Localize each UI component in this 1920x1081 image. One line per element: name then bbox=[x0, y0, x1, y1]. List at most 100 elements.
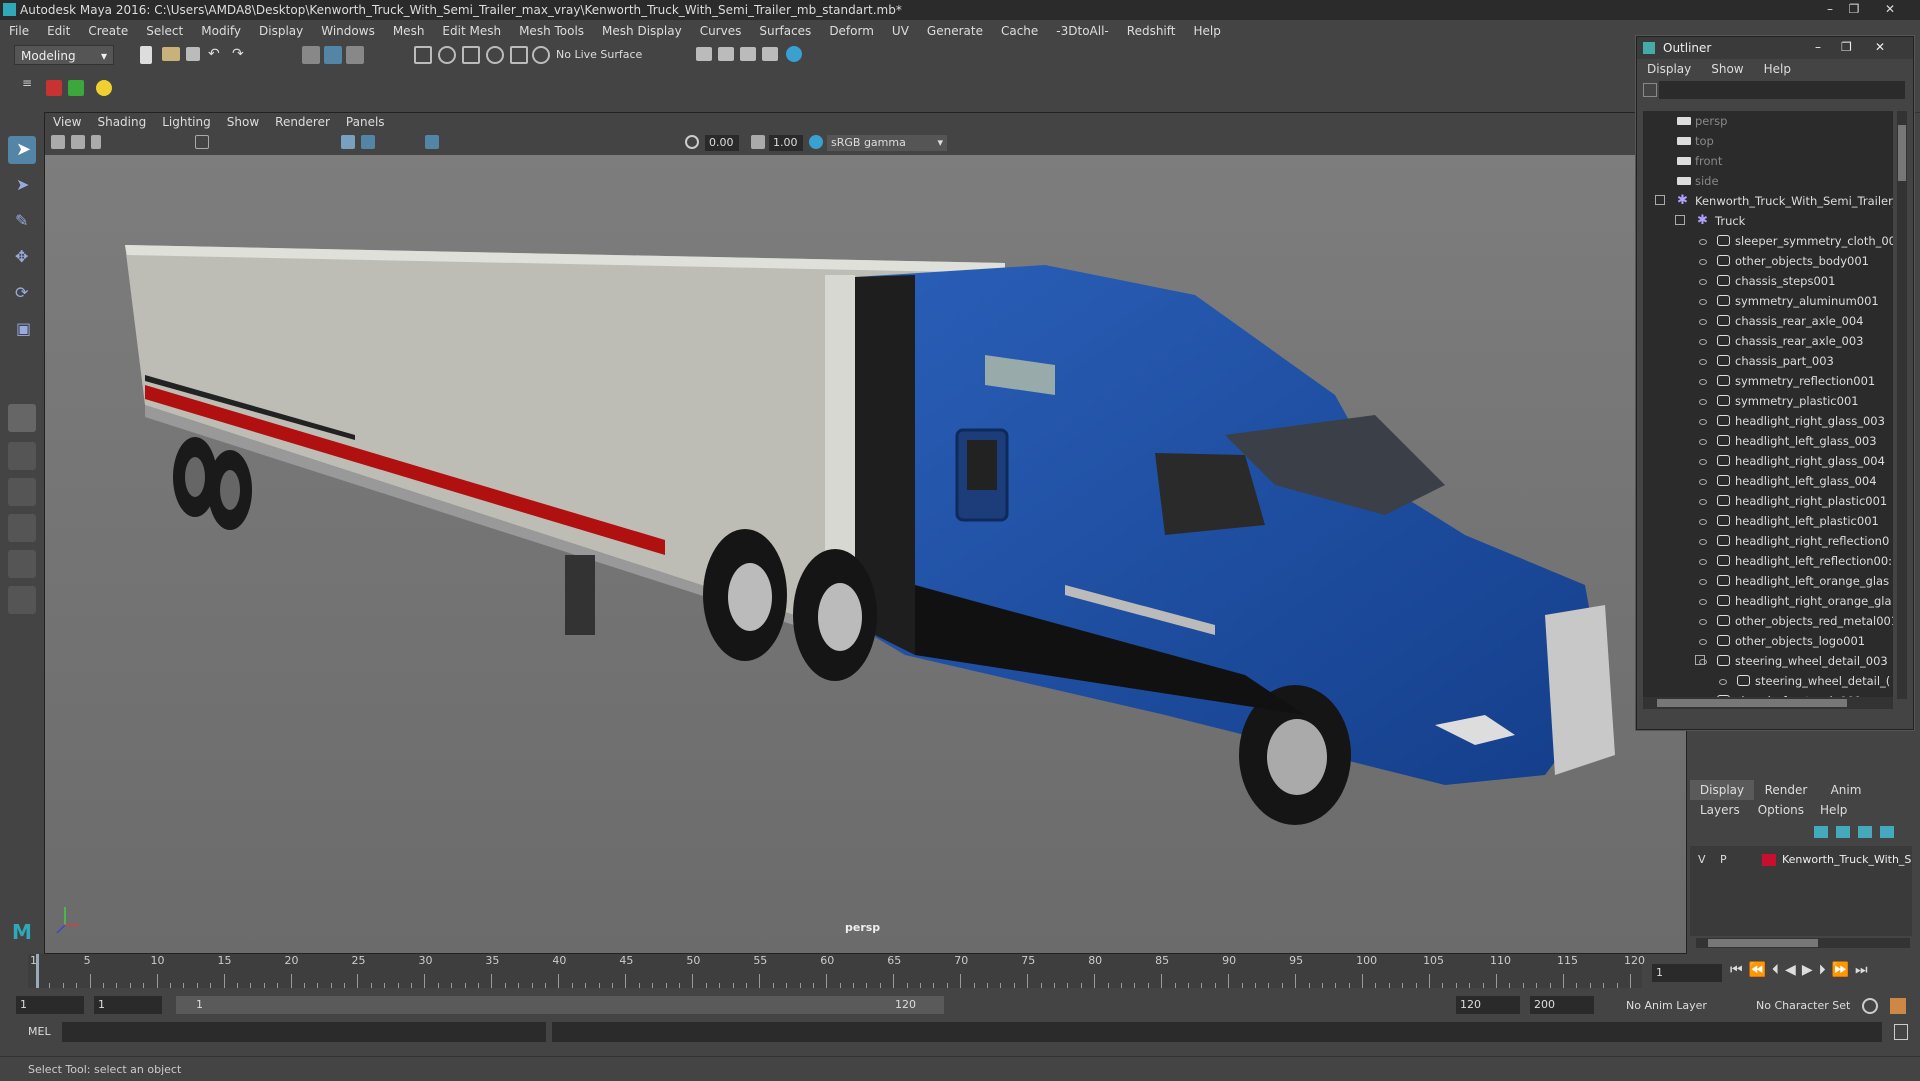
anim-end-field[interactable]: 200 bbox=[1530, 996, 1594, 1014]
viewport-panel[interactable]: View Shading Lighting Show Renderer Pane… bbox=[44, 112, 1687, 954]
outliner-minimize-button[interactable]: – bbox=[1815, 40, 1821, 54]
layer-menu-options[interactable]: Options bbox=[1750, 800, 1812, 820]
scroll-thumb[interactable] bbox=[1657, 699, 1847, 707]
visibility-icon[interactable] bbox=[1699, 539, 1707, 545]
outliner-vertical-scrollbar[interactable] bbox=[1897, 111, 1907, 699]
layer-horizontal-scrollbar[interactable] bbox=[1696, 938, 1910, 948]
menu-mesh-display[interactable]: Mesh Display bbox=[593, 24, 691, 38]
tab-render[interactable]: Render bbox=[1756, 780, 1816, 800]
smooth-shade-icon[interactable] bbox=[361, 135, 375, 149]
layer-name[interactable]: Kenworth_Truck_With_S bbox=[1782, 853, 1911, 866]
menu-mesh[interactable]: Mesh bbox=[384, 24, 434, 38]
snap-point-icon[interactable] bbox=[462, 46, 480, 64]
save-scene-icon[interactable] bbox=[186, 47, 200, 61]
maximize-button[interactable]: ❐ bbox=[1842, 0, 1866, 18]
step-back-frame-icon[interactable]: ⏴ bbox=[1772, 962, 1779, 978]
live-surface-label[interactable]: No Live Surface bbox=[556, 48, 642, 61]
collapse-icon[interactable] bbox=[1655, 195, 1665, 205]
outliner-item[interactable]: front bbox=[1643, 151, 1893, 171]
vp-menu-panels[interactable]: Panels bbox=[338, 115, 393, 129]
layer-playback-toggle[interactable]: P bbox=[1720, 853, 1727, 866]
paint-select-icon[interactable]: ✎ bbox=[8, 208, 36, 236]
menu-edit-mesh[interactable]: Edit Mesh bbox=[433, 24, 510, 38]
scale-tool-icon[interactable]: ▣ bbox=[8, 316, 36, 344]
vp-menu-view[interactable]: View bbox=[45, 115, 89, 129]
outliner-item[interactable]: other_objects_red_metal001 bbox=[1643, 611, 1893, 631]
open-scene-icon[interactable] bbox=[162, 47, 180, 61]
outliner-close-button[interactable]: ✕ bbox=[1875, 40, 1885, 54]
visibility-icon[interactable] bbox=[1699, 619, 1707, 625]
menu-redshift[interactable]: Redshift bbox=[1118, 24, 1185, 38]
snap-surface-icon[interactable] bbox=[510, 46, 528, 64]
visibility-icon[interactable] bbox=[1699, 259, 1707, 265]
menu-deform[interactable]: Deform bbox=[820, 24, 883, 38]
outliner-item[interactable]: chassis_part_003 bbox=[1643, 351, 1893, 371]
outliner-item[interactable]: other_objects_logo001 bbox=[1643, 631, 1893, 651]
layout-single-icon[interactable] bbox=[8, 404, 36, 432]
layout-four-icon[interactable] bbox=[8, 442, 36, 470]
visibility-icon[interactable] bbox=[1699, 439, 1707, 445]
outliner-item[interactable]: headlight_right_glass_004 bbox=[1643, 451, 1893, 471]
outliner-item[interactable]: steering_wheel_detail_( bbox=[1643, 671, 1893, 691]
render-settings-icon[interactable] bbox=[762, 47, 778, 61]
layer-row[interactable]: V P Kenworth_Truck_With_S bbox=[1690, 850, 1912, 870]
lasso-tool-icon[interactable]: ➤ bbox=[8, 172, 36, 200]
select-object-icon[interactable] bbox=[324, 46, 342, 64]
menu-create[interactable]: Create bbox=[79, 24, 137, 38]
layer-menu-help[interactable]: Help bbox=[1812, 800, 1855, 820]
move-layer-up-icon[interactable] bbox=[1814, 826, 1828, 838]
mode-selector[interactable]: Modeling ▾ bbox=[14, 45, 114, 65]
outliner-item[interactable]: headlight_left_reflection00: bbox=[1643, 551, 1893, 571]
visibility-icon[interactable] bbox=[1699, 479, 1707, 485]
step-back-key-icon[interactable]: ⏪ bbox=[1749, 962, 1766, 978]
scroll-thumb[interactable] bbox=[1898, 125, 1906, 181]
go-to-end-icon[interactable]: ⏭ bbox=[1855, 962, 1868, 978]
outliner-menu-help[interactable]: Help bbox=[1754, 62, 1801, 76]
outliner-item[interactable]: symmetry_plastic001 bbox=[1643, 391, 1893, 411]
move-tool-icon[interactable]: ✥ bbox=[8, 244, 36, 272]
render-view-icon[interactable] bbox=[696, 47, 712, 61]
camera-attr-icon[interactable] bbox=[71, 135, 85, 149]
auto-key-icon[interactable] bbox=[1862, 998, 1878, 1014]
visibility-icon[interactable] bbox=[1699, 319, 1707, 325]
outliner-item[interactable]: symmetry_aluminum001 bbox=[1643, 291, 1893, 311]
menu-3dtoall[interactable]: -3DtoAll- bbox=[1047, 24, 1117, 38]
outliner-item[interactable]: side bbox=[1643, 171, 1893, 191]
outliner-item[interactable]: headlight_right_orange_gla bbox=[1643, 591, 1893, 611]
camera-select-icon[interactable] bbox=[51, 135, 65, 149]
shelf-menu-icon[interactable]: ≡ bbox=[22, 76, 32, 90]
layer-visibility-toggle[interactable]: V bbox=[1698, 853, 1706, 866]
range-bar[interactable]: 1 120 bbox=[176, 996, 944, 1014]
outliner-item[interactable]: headlight_left_glass_004 bbox=[1643, 471, 1893, 491]
outliner-item[interactable]: headlight_right_plastic001 bbox=[1643, 491, 1893, 511]
outliner-item[interactable]: headlight_left_glass_003 bbox=[1643, 431, 1893, 451]
outliner-menu-show[interactable]: Show bbox=[1701, 62, 1753, 76]
end-time-field[interactable]: 120 bbox=[1456, 996, 1520, 1014]
layout-outliner-icon[interactable] bbox=[8, 514, 36, 542]
vp-menu-lighting[interactable]: Lighting bbox=[154, 115, 219, 129]
exposure-field[interactable]: 0.00 bbox=[705, 135, 739, 151]
snap-grid-icon[interactable] bbox=[414, 46, 432, 64]
visibility-icon[interactable] bbox=[1699, 339, 1707, 345]
outliner-item[interactable]: headlight_left_orange_glas bbox=[1643, 571, 1893, 591]
hypershade-icon[interactable] bbox=[786, 46, 802, 62]
grid-toggle-icon[interactable] bbox=[195, 135, 209, 149]
select-component-icon[interactable] bbox=[346, 46, 364, 64]
step-forward-key-icon[interactable]: ⏩ bbox=[1832, 962, 1849, 978]
undo-icon[interactable]: ↶ bbox=[208, 46, 220, 62]
menu-uv[interactable]: UV bbox=[883, 24, 918, 38]
current-frame-field[interactable]: 1 bbox=[1652, 964, 1722, 982]
mel-label[interactable]: MEL bbox=[28, 1025, 51, 1038]
anim-start-field[interactable]: 1 bbox=[94, 996, 162, 1014]
menu-modify[interactable]: Modify bbox=[192, 24, 250, 38]
anim-layer-select[interactable]: No Anim Layer bbox=[1626, 999, 1707, 1012]
outliner-item[interactable]: other_objects_body001 bbox=[1643, 251, 1893, 271]
outliner-horizontal-scrollbar[interactable] bbox=[1643, 697, 1893, 709]
ipr-render-icon[interactable] bbox=[740, 47, 756, 61]
outliner-item[interactable]: chassis_steps001 bbox=[1643, 271, 1893, 291]
collapse-icon[interactable] bbox=[1695, 655, 1705, 665]
character-set-select[interactable]: No Character Set bbox=[1756, 999, 1850, 1012]
snap-vertex-icon[interactable] bbox=[532, 46, 550, 64]
color-space-select[interactable]: sRGB gamma ▾ bbox=[827, 135, 947, 151]
visibility-icon[interactable] bbox=[1699, 419, 1707, 425]
